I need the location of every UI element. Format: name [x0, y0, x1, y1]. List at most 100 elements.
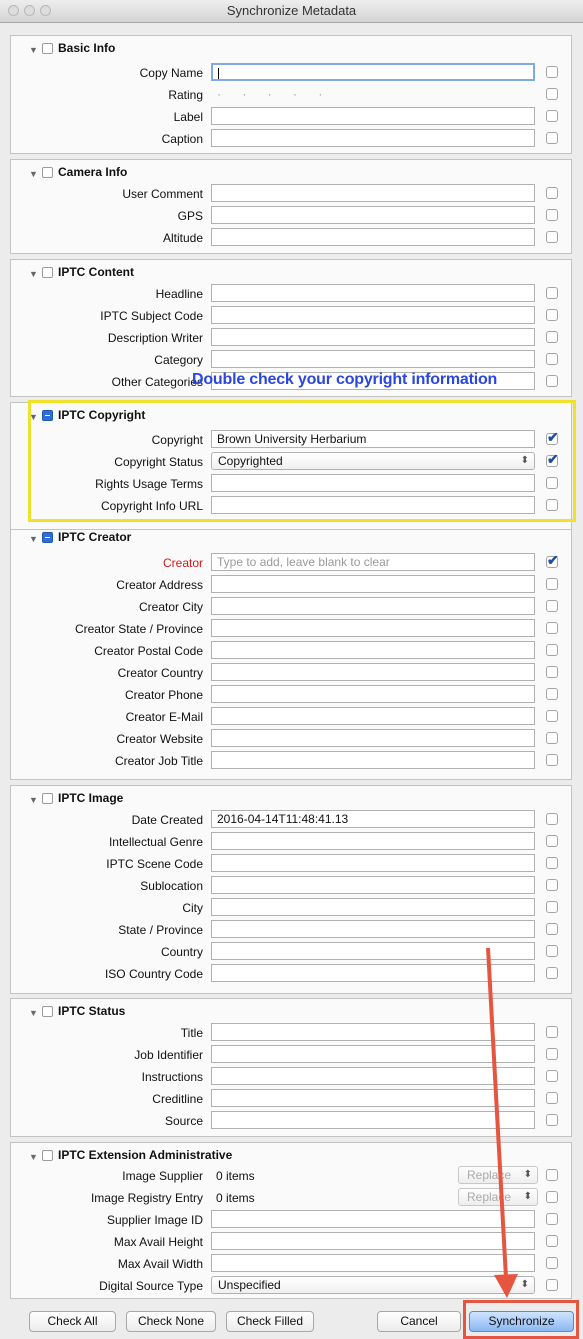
date-created-input[interactable]: 2016-04-14T11:48:41.13 — [211, 810, 535, 828]
creator-phone-input[interactable] — [211, 685, 535, 703]
job-identifier-input[interactable] — [211, 1045, 535, 1063]
subject-code-input[interactable] — [211, 306, 535, 324]
section-checkbox[interactable] — [42, 267, 53, 278]
disclosure-triangle-icon[interactable]: ▼ — [29, 794, 38, 806]
max-width-checkbox[interactable] — [546, 1257, 558, 1269]
creator-country-checkbox[interactable] — [546, 666, 558, 678]
creditline-checkbox[interactable] — [546, 1092, 558, 1104]
country-input[interactable] — [211, 942, 535, 960]
creator-job-title-input[interactable] — [211, 751, 535, 769]
iso-country-code-checkbox[interactable] — [546, 967, 558, 979]
zoom-window-icon[interactable] — [40, 5, 51, 16]
intellectual-genre-input[interactable] — [211, 832, 535, 850]
source-input[interactable] — [211, 1111, 535, 1129]
altitude-checkbox[interactable] — [546, 231, 558, 243]
altitude-input[interactable] — [211, 228, 535, 246]
creator-city-checkbox[interactable] — [546, 600, 558, 612]
user-comment-input[interactable] — [211, 184, 535, 202]
creator-state-input[interactable] — [211, 619, 535, 637]
creditline-input[interactable] — [211, 1089, 535, 1107]
max-width-input[interactable] — [211, 1254, 535, 1272]
disclosure-triangle-icon[interactable]: ▼ — [29, 533, 38, 545]
source-checkbox[interactable] — [546, 1114, 558, 1126]
job-identifier-checkbox[interactable] — [546, 1048, 558, 1060]
caption-input[interactable] — [211, 129, 535, 147]
creator-address-input[interactable] — [211, 575, 535, 593]
creator-input[interactable]: Type to add, leave blank to clear — [211, 553, 535, 571]
max-height-input[interactable] — [211, 1232, 535, 1250]
rating-checkbox[interactable] — [546, 88, 558, 100]
gps-input[interactable] — [211, 206, 535, 224]
image-supplier-replace-select[interactable]: Replace ⬍ — [458, 1166, 538, 1184]
supplier-image-id-checkbox[interactable] — [546, 1213, 558, 1225]
state-checkbox[interactable] — [546, 923, 558, 935]
user-comment-checkbox[interactable] — [546, 187, 558, 199]
description-writer-input[interactable] — [211, 328, 535, 346]
creator-email-input[interactable] — [211, 707, 535, 725]
cancel-button[interactable]: Cancel — [377, 1311, 461, 1332]
subject-code-checkbox[interactable] — [546, 309, 558, 321]
label-input[interactable] — [211, 107, 535, 125]
label-checkbox[interactable] — [546, 110, 558, 122]
creator-address-checkbox[interactable] — [546, 578, 558, 590]
creator-postal-input[interactable] — [211, 641, 535, 659]
image-supplier-checkbox[interactable] — [546, 1169, 558, 1181]
disclosure-triangle-icon[interactable]: ▼ — [29, 268, 38, 280]
sublocation-input[interactable] — [211, 876, 535, 894]
creator-postal-checkbox[interactable] — [546, 644, 558, 656]
close-window-icon[interactable] — [8, 5, 19, 16]
copy-name-checkbox[interactable] — [546, 66, 558, 78]
headline-input[interactable] — [211, 284, 535, 302]
image-registry-replace-select[interactable]: Replace ⬍ — [458, 1188, 538, 1206]
digital-source-select[interactable]: Unspecified ⬍ — [211, 1276, 535, 1294]
instructions-input[interactable] — [211, 1067, 535, 1085]
city-checkbox[interactable] — [546, 901, 558, 913]
max-height-checkbox[interactable] — [546, 1235, 558, 1247]
section-checkbox[interactable] — [42, 1150, 53, 1161]
sublocation-checkbox[interactable] — [546, 879, 558, 891]
scene-code-checkbox[interactable] — [546, 857, 558, 869]
supplier-image-id-input[interactable] — [211, 1210, 535, 1228]
scene-code-input[interactable] — [211, 854, 535, 872]
section-checkbox[interactable] — [42, 1006, 53, 1017]
section-checkbox[interactable] — [42, 167, 53, 178]
section-checkbox[interactable] — [42, 793, 53, 804]
disclosure-triangle-icon[interactable]: ▼ — [29, 1151, 38, 1163]
digital-source-checkbox[interactable] — [546, 1279, 558, 1291]
city-input[interactable] — [211, 898, 535, 916]
gps-checkbox[interactable] — [546, 209, 558, 221]
instructions-checkbox[interactable] — [546, 1070, 558, 1082]
check-none-button[interactable]: Check None — [126, 1311, 216, 1332]
image-registry-checkbox[interactable] — [546, 1191, 558, 1203]
creator-phone-checkbox[interactable] — [546, 688, 558, 700]
title-input[interactable] — [211, 1023, 535, 1041]
copy-name-input[interactable] — [211, 63, 535, 81]
creator-city-input[interactable] — [211, 597, 535, 615]
creator-email-checkbox[interactable] — [546, 710, 558, 722]
category-checkbox[interactable] — [546, 353, 558, 365]
country-checkbox[interactable] — [546, 945, 558, 957]
description-writer-checkbox[interactable] — [546, 331, 558, 343]
minimize-window-icon[interactable] — [24, 5, 35, 16]
creator-checkbox[interactable] — [546, 552, 559, 569]
creator-job-title-checkbox[interactable] — [546, 754, 558, 766]
disclosure-triangle-icon[interactable]: ▼ — [29, 1007, 38, 1019]
intellectual-genre-checkbox[interactable] — [546, 835, 558, 847]
state-input[interactable] — [211, 920, 535, 938]
headline-checkbox[interactable] — [546, 287, 558, 299]
category-input[interactable] — [211, 350, 535, 368]
creator-website-input[interactable] — [211, 729, 535, 747]
disclosure-triangle-icon[interactable]: ▼ — [29, 168, 38, 180]
caption-checkbox[interactable] — [546, 132, 558, 144]
title-checkbox[interactable] — [546, 1026, 558, 1038]
date-created-checkbox[interactable] — [546, 813, 558, 825]
check-all-button[interactable]: Check All — [29, 1311, 116, 1332]
section-checkbox[interactable] — [42, 43, 53, 54]
check-filled-button[interactable]: Check Filled — [226, 1311, 314, 1332]
creator-state-checkbox[interactable] — [546, 622, 558, 634]
section-checkbox[interactable] — [42, 532, 53, 543]
iso-country-code-input[interactable] — [211, 964, 535, 982]
disclosure-triangle-icon[interactable]: ▼ — [29, 44, 38, 56]
other-categories-checkbox[interactable] — [546, 375, 558, 387]
rating-dots[interactable]: · · · · · — [217, 87, 331, 101]
